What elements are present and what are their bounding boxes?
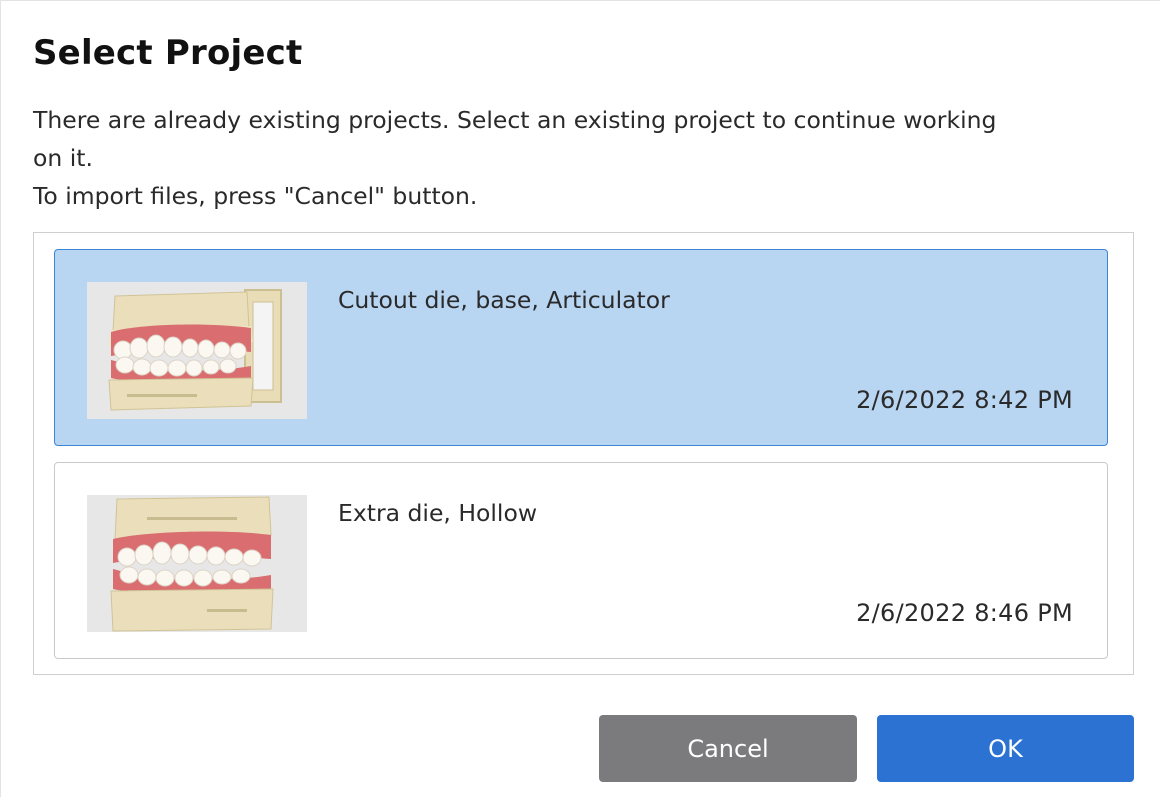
project-date: 2/6/2022 8:46 PM (856, 599, 1073, 627)
dental-model-thumbnail (87, 495, 307, 632)
select-project-dialog: Select Project There are already existin… (0, 0, 1160, 797)
message-line-1: There are already existing projects. Sel… (33, 106, 997, 134)
project-item-cutout-die[interactable]: Cutout die, base, Articulator 2/6/2022 8… (54, 249, 1108, 446)
dental-model-thumbnail (87, 282, 307, 419)
message-line-3: To import files, press "Cancel" button. (33, 182, 478, 210)
project-list[interactable]: Cutout die, base, Articulator 2/6/2022 8… (33, 232, 1134, 675)
project-date: 2/6/2022 8:42 PM (856, 386, 1073, 414)
project-name: Extra die, Hollow (338, 499, 538, 527)
dialog-message: There are already existing projects. Sel… (33, 101, 1123, 215)
message-line-2: on it. (33, 144, 93, 172)
project-item-extra-die[interactable]: Extra die, Hollow 2/6/2022 8:46 PM (54, 462, 1108, 659)
project-name: Cutout die, base, Articulator (338, 286, 670, 314)
ok-button[interactable]: OK (877, 715, 1134, 782)
dental-model-articulator-image (87, 282, 307, 419)
dental-model-hollow-image (87, 495, 307, 632)
dialog-title: Select Project (33, 33, 303, 73)
cancel-button[interactable]: Cancel (599, 715, 857, 782)
